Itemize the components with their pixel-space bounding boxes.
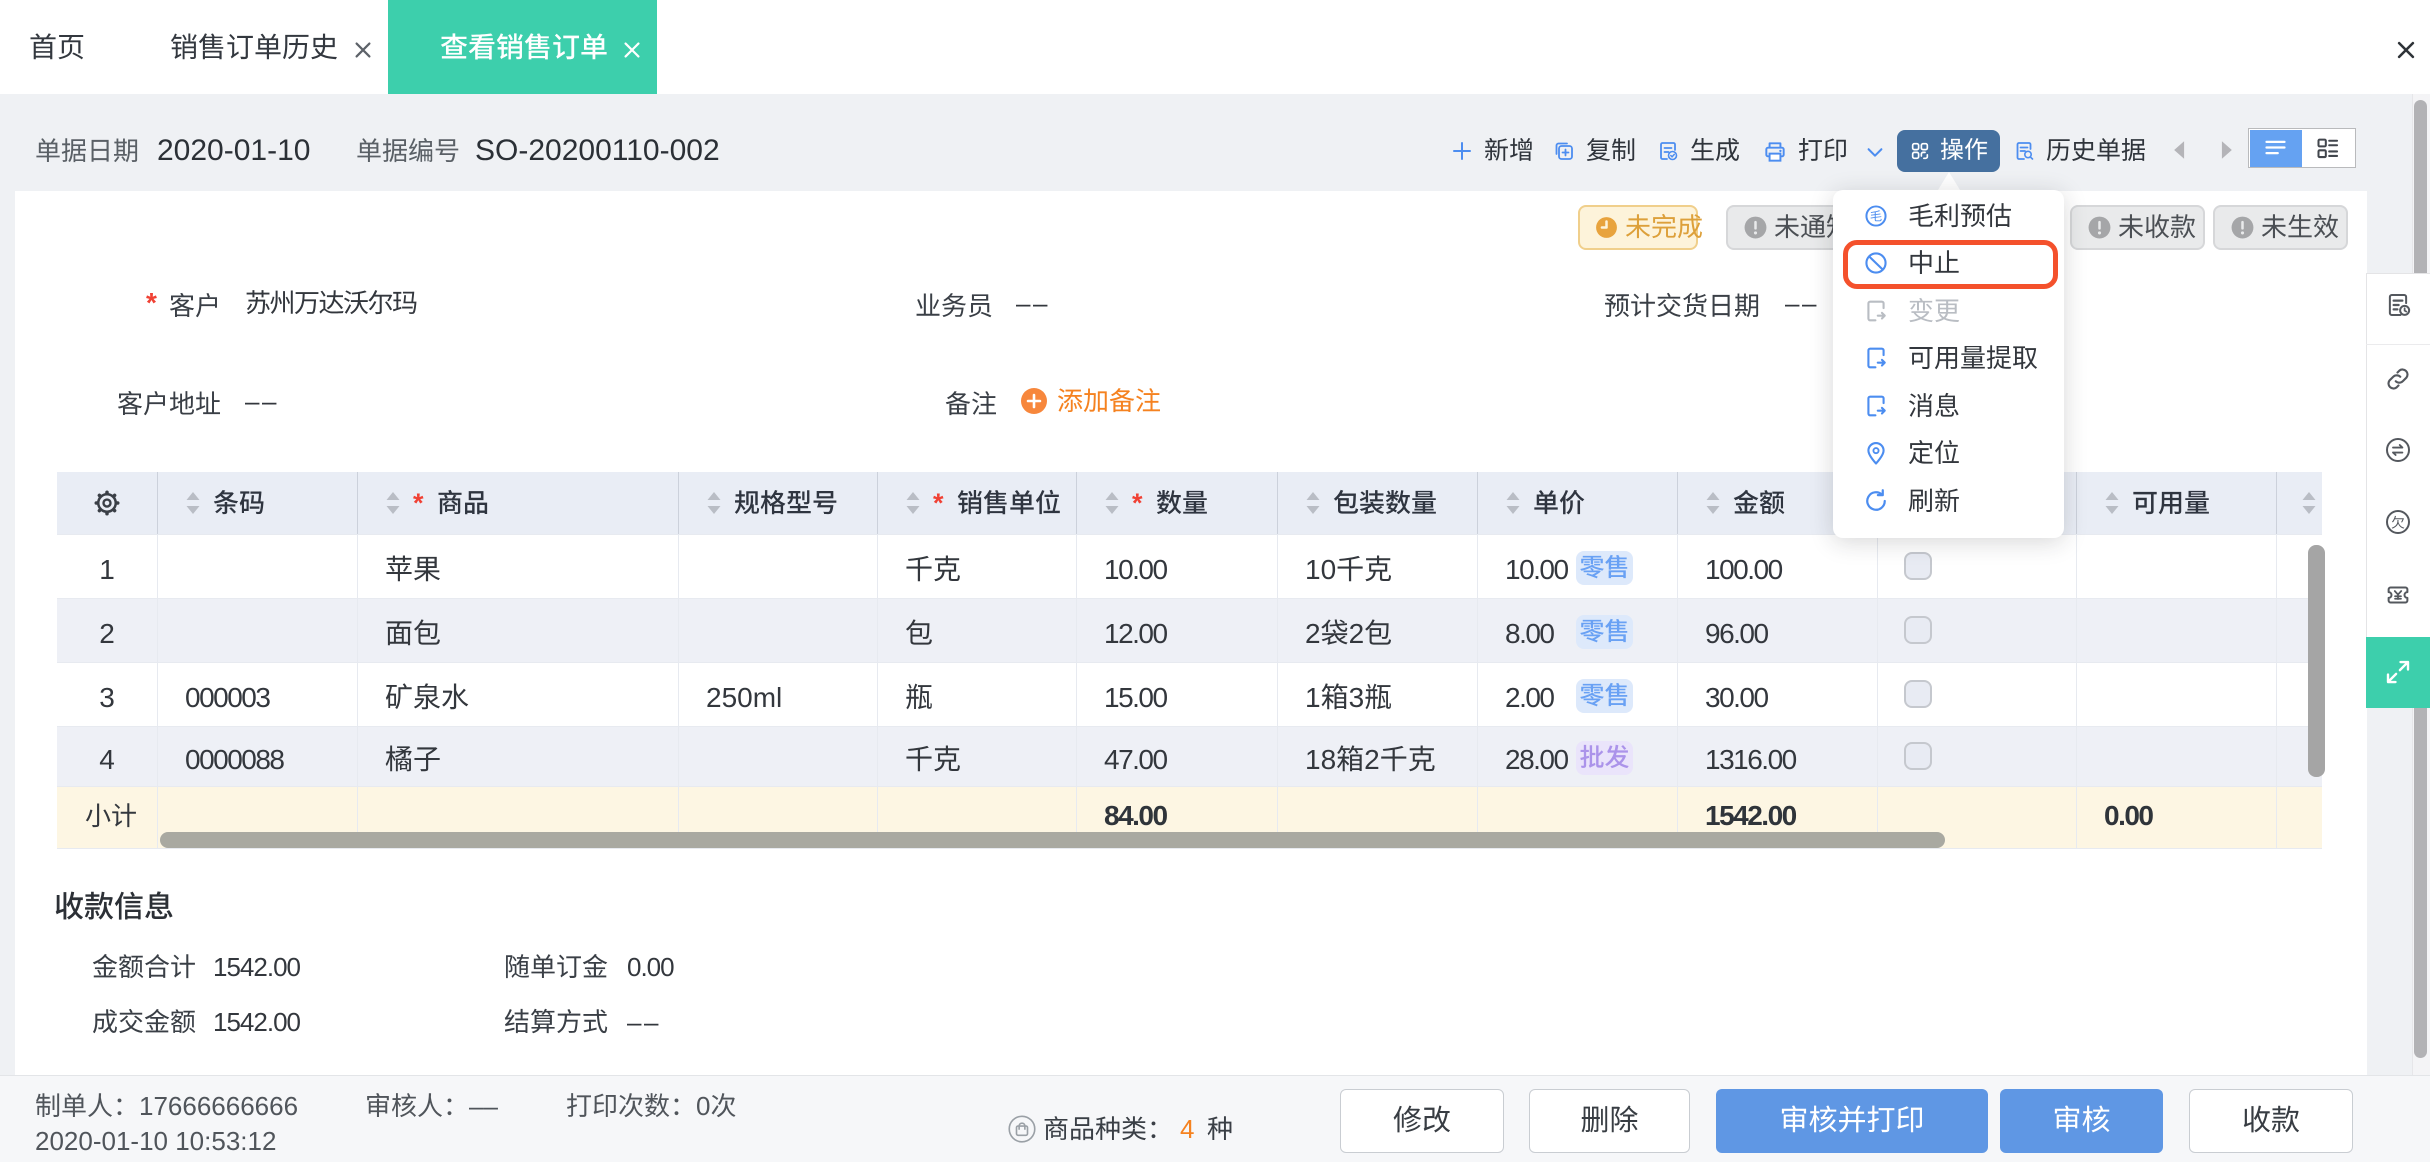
svg-text:欠: 欠 (2391, 511, 2405, 531)
svg-text:毛: 毛 (1870, 206, 1882, 224)
